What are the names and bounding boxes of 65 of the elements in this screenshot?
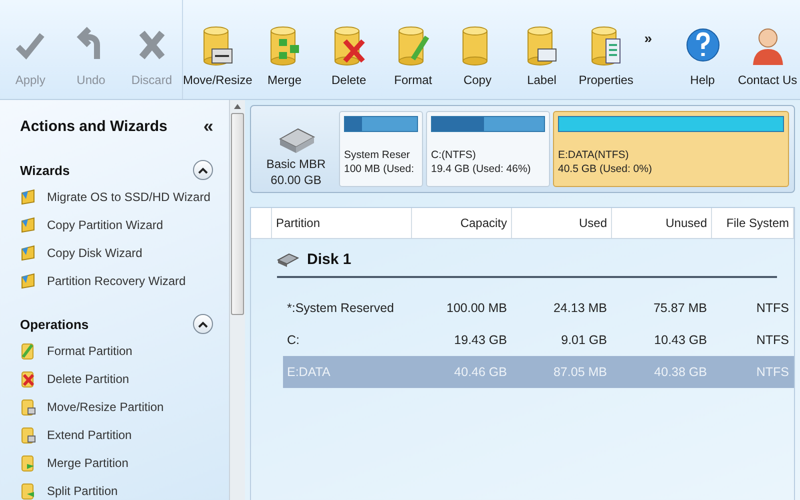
column-header[interactable]: File System	[712, 208, 794, 238]
panel-title: Actions and Wizards	[20, 118, 168, 135]
toolbar-button[interactable]: Label	[510, 0, 574, 99]
hard-drive-icon	[277, 252, 299, 266]
table-cell-text: 24.13 MB	[552, 300, 608, 317]
action-link[interactable]: Merge Partition	[47, 456, 128, 470]
partition-row[interactable]: C: 19.43 GB 9.01 GB 10.43 GB NTFS	[283, 324, 794, 356]
column-header[interactable]: Partition	[272, 208, 412, 238]
partition-detail: 40.5 GB (Used: 0%)	[558, 163, 653, 176]
action-link[interactable]: Partition Recovery Wizard	[47, 274, 186, 288]
table-cell-text: NTFS	[755, 332, 790, 349]
section-toggle-button[interactable]	[193, 160, 214, 180]
collapse-panel-button[interactable]: «	[203, 116, 214, 137]
toolbar-button[interactable]: Properties	[574, 0, 638, 99]
partition-name: C:(NTFS)	[431, 149, 477, 162]
table-cell-text: *:System Reserved	[286, 300, 395, 317]
partition-row[interactable]: *:System Reserved 100.00 MB 24.13 MB 75.87 MB NTFS	[283, 292, 794, 324]
partition-block[interactable]: System Reser 100 MB (Used:	[339, 111, 423, 187]
action-link[interactable]: Format Partition	[47, 344, 132, 358]
toolbar-button[interactable]: Move/Resize	[183, 0, 252, 99]
table-cell-text: 40.46 GB	[453, 364, 508, 381]
table-cell-text: 10.43 GB	[653, 332, 708, 349]
action-link[interactable]: Delete Partition	[47, 372, 130, 386]
toolbar-button[interactable]: Copy	[445, 0, 510, 99]
table-cell-text: 9.01 GB	[560, 332, 608, 349]
action-link[interactable]: Move/Resize Partition	[47, 400, 164, 414]
disk-type: Basic MBR	[266, 157, 326, 171]
disk-name: Disk 1	[307, 251, 352, 268]
toolbar-button[interactable]: Format	[380, 0, 446, 99]
toolbar-button[interactable]: Help	[670, 0, 735, 99]
chevron-up-icon	[198, 320, 208, 328]
partition-name: System Reser	[344, 149, 411, 162]
chevron-up-icon	[198, 166, 208, 174]
disk-size: 60.00 GB	[270, 173, 322, 187]
action-link[interactable]: Migrate OS to SSD/HD Wizard	[47, 190, 210, 204]
table-cell-text: NTFS	[755, 300, 790, 317]
table-cell-text: NTFS	[755, 364, 790, 381]
table-cell-text: 40.38 GB	[653, 364, 708, 381]
partition-detail: 100 MB (Used:	[344, 163, 416, 176]
action-link[interactable]: Copy Partition Wizard	[47, 218, 164, 232]
section-title: Wizards	[20, 162, 70, 178]
table-cell-text: E:DATA	[286, 364, 332, 381]
table-cell-text: C:	[286, 332, 300, 349]
table-cell-text: 75.87 MB	[652, 300, 708, 317]
more-chevron[interactable]: »	[644, 30, 652, 46]
toolbar-button[interactable]: Delete	[316, 0, 381, 99]
toolbar-button[interactable]: Contact Us	[735, 0, 800, 99]
partition-block[interactable]: C:(NTFS) 19.4 GB (Used: 46%)	[426, 111, 550, 187]
partition-name: E:DATA(NTFS)	[558, 149, 630, 162]
scroll-up-arrow-icon[interactable]	[234, 104, 242, 109]
section-title: Operations	[20, 316, 89, 332]
table-cell-text: 100.00 MB	[446, 300, 508, 317]
action-link[interactable]: Extend Partition	[47, 428, 132, 442]
table-cell-text: 19.43 GB	[453, 332, 508, 349]
column-header[interactable]: Capacity	[412, 208, 512, 238]
table-cell-text: 87.05 MB	[552, 364, 608, 381]
action-link[interactable]: Copy Disk Wizard	[47, 246, 142, 260]
toolbar-button[interactable]: Merge	[252, 0, 317, 99]
action-link[interactable]: Split Partition	[47, 484, 118, 498]
scrollbar[interactable]	[229, 100, 245, 500]
section-toggle-button[interactable]	[193, 314, 214, 334]
partition-detail: 19.4 GB (Used: 46%)	[431, 163, 532, 176]
column-header[interactable]: Unused	[612, 208, 712, 238]
partition-block[interactable]: E:DATA(NTFS) 40.5 GB (Used: 0%)	[553, 111, 789, 187]
column-header[interactable]: Used	[512, 208, 612, 238]
